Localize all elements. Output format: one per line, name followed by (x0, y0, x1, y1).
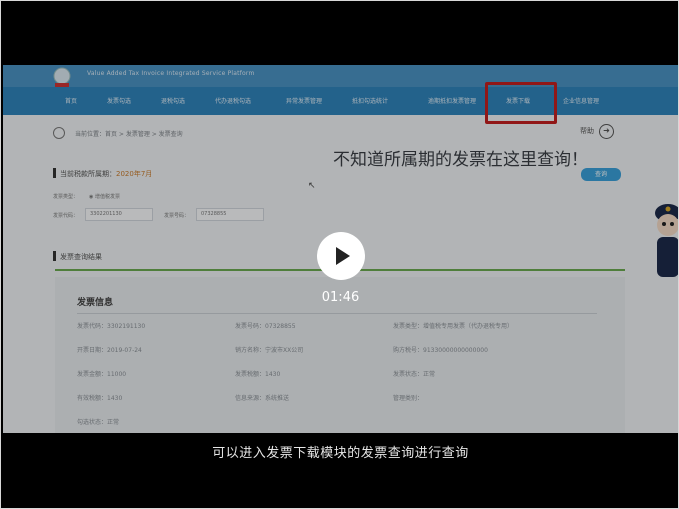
section-marker (53, 251, 56, 261)
nav-invoice-check[interactable]: 发票勾选 (107, 96, 131, 105)
invoice-number-label: 发票号码： (164, 213, 190, 219)
info-cell: 发票税额：1430 (235, 371, 281, 378)
invoice-code-label: 发票代码： (53, 213, 79, 219)
divider (77, 313, 597, 314)
info-cell: 发票类型：增值税专用发票（代办退税专用） (393, 323, 514, 330)
info-cell: 信息来源：系统推送 (235, 395, 290, 402)
video-duration: 01:46 (321, 290, 360, 305)
period-label: 当前税款所属期： (60, 170, 116, 178)
tax-emblem-icon (53, 67, 71, 88)
info-cell: 发票状态：正常 (393, 371, 436, 378)
nav-agent-refund[interactable]: 代办退税勾选 (215, 96, 251, 105)
info-cell: 管理类别： (393, 395, 424, 402)
site-header: Value Added Tax Invoice Integrated Servi… (3, 65, 678, 88)
period-value: 2020年7月 (116, 170, 153, 178)
play-button[interactable] (317, 232, 365, 280)
info-cell: 销方名称：宁波市XX公司 (235, 347, 304, 354)
breadcrumb: 当前位置：首页 > 发票管理 > 发票查询 (75, 131, 183, 138)
info-cell: 勾选状态：正常 (77, 419, 120, 426)
invoice-code-input[interactable]: 3302201130 (85, 208, 153, 221)
result-title: 发票查询结果 (60, 253, 102, 261)
nav-overdue-manage[interactable]: 逾期抵扣发票管理 (428, 96, 476, 105)
mascot-icon (655, 204, 678, 277)
caption-overlay: 不知道所属期的发票在这里查询！ (333, 150, 588, 170)
info-cell: 发票代码：3302191130 (77, 323, 146, 330)
invoice-number-input[interactable]: 07328855 (196, 208, 264, 221)
video-subtitle: 可以进入发票下载模块的发票查询进行查询 (212, 446, 469, 461)
video-player[interactable]: Value Added Tax Invoice Integrated Servi… (0, 0, 679, 509)
info-cell: 发票金额：11000 (77, 371, 127, 378)
play-icon (336, 247, 350, 265)
mouse-cursor-icon: ↖ (308, 181, 316, 191)
info-cell: 有效税额：1430 (77, 395, 123, 402)
info-cell: 开票日期：2019-07-24 (77, 347, 142, 354)
invoice-type-radio[interactable]: ◉ 增值税发票 (89, 193, 120, 200)
section-marker (53, 168, 56, 178)
query-button[interactable]: 查询 (581, 168, 621, 181)
info-cell: 购方税号：91330000000000000 (393, 347, 488, 354)
location-icon (53, 127, 65, 139)
nav-company-info[interactable]: 企业信息管理 (563, 96, 599, 105)
nav-abnormal-invoice[interactable]: 异常发票管理 (286, 96, 322, 105)
main-nav: 首页 发票勾选 退税勾选 代办退税勾选 异常发票管理 抵扣勾选统计 逾期抵扣发票… (3, 87, 678, 115)
info-cell: 发票号码：07328855 (235, 323, 296, 330)
site-name: Value Added Tax Invoice Integrated Servi… (87, 70, 255, 77)
nav-refund-check[interactable]: 退税勾选 (161, 96, 185, 105)
help-link[interactable]: 帮助 (580, 126, 594, 136)
nav-home[interactable]: 首页 (65, 96, 77, 105)
invoice-type-label: 发票类型： (53, 194, 79, 200)
arrow-right-icon[interactable]: ➜ (599, 124, 614, 139)
nav-highlight-box (485, 82, 557, 124)
nav-deduct-stats[interactable]: 抵扣勾选统计 (352, 96, 388, 105)
query-title: 当前税款所属期：2020年7月 (60, 169, 152, 179)
